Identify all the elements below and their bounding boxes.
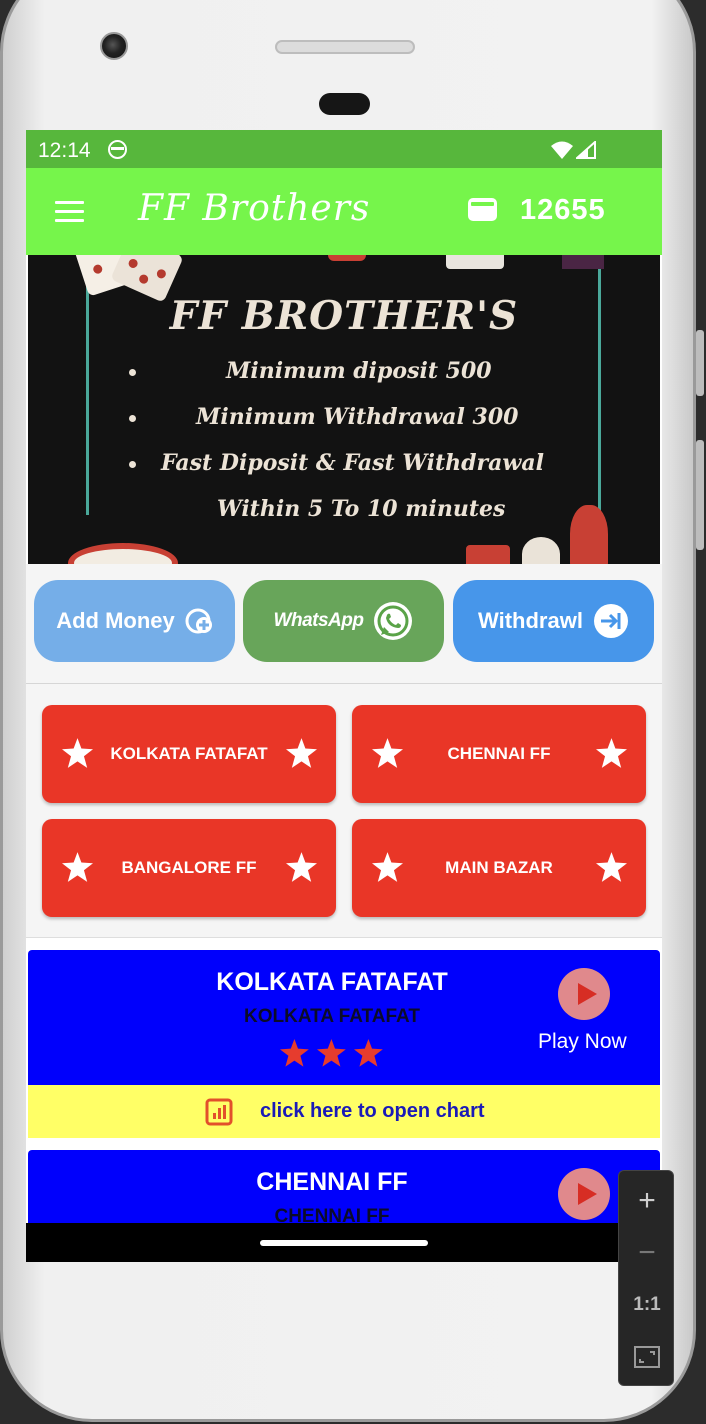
status-bar: 12:14 — [26, 130, 662, 168]
bullet — [129, 415, 136, 422]
actual-size-button[interactable]: 1:1 — [619, 1279, 675, 1331]
star-icon — [596, 852, 627, 882]
app-bar: FF Brothers 12655 — [26, 168, 662, 255]
market-tile-chennai-ff[interactable]: CHENNAI FF — [352, 705, 646, 803]
emulator-page: 12:14 FF Brothers 12655 FF BROTHER'S Min… — [0, 0, 706, 1424]
zoom-out-button[interactable]: − — [619, 1227, 675, 1279]
fit-screen-button[interactable] — [619, 1331, 675, 1383]
bullet — [129, 461, 136, 468]
market-tile-bangalore-ff[interactable]: BANGALORE FF — [42, 819, 336, 917]
whatsapp-button[interactable]: WhatsApp — [243, 580, 444, 662]
banner-text-line: Minimum Withdrawal 300 — [196, 404, 519, 430]
wallet-actions: Add Money WhatsApp Withdrawl — [26, 564, 662, 684]
volume-button — [696, 330, 704, 396]
app-title: FF Brothers — [138, 188, 371, 229]
add-coin-icon — [185, 608, 212, 634]
wallet-icon[interactable] — [467, 196, 498, 223]
banner-text-line: Fast Diposit & Fast Withdrawal — [161, 450, 544, 476]
notification-app-icon — [108, 140, 127, 159]
bullet — [129, 369, 136, 376]
status-time: 12:14 — [38, 139, 91, 162]
banner-text-line: Within 5 To 10 minutes — [217, 496, 506, 522]
signal-icon — [576, 141, 596, 159]
banner-title: FF BROTHER'S — [169, 293, 519, 339]
zoom-in-button[interactable]: + — [619, 1175, 675, 1227]
bottle-decor — [522, 537, 560, 564]
withdraw-arrow-icon — [593, 604, 628, 638]
game-subtitle: CHENNAI FF — [274, 1206, 390, 1223]
star-icon — [596, 738, 627, 768]
star-icon — [286, 852, 317, 882]
game-card-chennai-ff[interactable]: CHENNAI FF CHENNAI FF — [28, 1150, 660, 1223]
add-money-button[interactable]: Add Money — [34, 580, 235, 662]
play-now-label[interactable]: Play Now — [538, 1030, 627, 1054]
banner-decor — [562, 255, 604, 269]
withdrawl-button[interactable]: Withdrawl — [453, 580, 654, 662]
banner-decor — [328, 255, 366, 261]
promo-banner: FF BROTHER'S Minimum diposit 500 Minimum… — [28, 255, 660, 564]
power-button — [696, 440, 704, 550]
whatsapp-icon — [374, 602, 413, 640]
game-subtitle: KOLKATA FATAFAT — [244, 1006, 420, 1027]
add-money-label: Add Money — [56, 608, 175, 633]
card-separator — [26, 1138, 662, 1150]
banner-text-line: Minimum diposit 500 — [226, 358, 492, 384]
wifi-icon — [551, 141, 573, 159]
card-decor — [446, 255, 504, 269]
device-screen: 12:14 FF Brothers 12655 FF BROTHER'S Min… — [26, 130, 662, 1262]
home-gesture-handle[interactable] — [260, 1240, 428, 1246]
emulator-zoom-panel: + − 1:1 — [618, 1170, 674, 1386]
play-now-button[interactable] — [558, 1168, 610, 1220]
earpiece-speaker — [275, 40, 415, 54]
market-tile-main-bazar[interactable]: MAIN BAZAR — [352, 819, 646, 917]
system-nav-bar — [26, 1223, 662, 1262]
market-label: KOLKATA FATAFAT — [110, 744, 268, 763]
market-label: BANGALORE FF — [121, 858, 257, 877]
open-chart-label[interactable]: click here to open chart — [260, 1100, 485, 1123]
fit-screen-icon — [634, 1346, 660, 1368]
hamburger-menu-icon[interactable] — [55, 201, 84, 223]
market-grid: KOLKATA FATAFAT CHENNAI FF BANGALORE FF … — [26, 684, 662, 938]
star-icon — [286, 738, 317, 768]
front-camera — [100, 32, 128, 60]
whatsapp-label: WhatsApp — [273, 610, 364, 631]
market-label: CHENNAI FF — [447, 744, 551, 763]
game-card-kolkata-fatafat[interactable]: KOLKATA FATAFAT KOLKATA FATAFAT Play Now — [28, 950, 660, 1085]
wallet-balance[interactable]: 12655 — [520, 194, 606, 227]
play-now-button[interactable] — [558, 968, 610, 1020]
plate-decor — [68, 543, 178, 564]
game-title: CHENNAI FF — [256, 1168, 408, 1196]
star-icon — [62, 852, 93, 882]
bottle-decor — [570, 505, 608, 564]
bar-chart-icon — [205, 1098, 233, 1126]
proximity-sensor — [319, 93, 370, 115]
star-icon — [62, 738, 93, 768]
open-chart-bar[interactable]: click here to open chart — [28, 1085, 660, 1138]
market-label: MAIN BAZAR — [445, 858, 553, 877]
market-tile-kolkata-fatafat[interactable]: KOLKATA FATAFAT — [42, 705, 336, 803]
star-icon — [372, 852, 403, 882]
star-icon — [372, 738, 403, 768]
game-title: KOLKATA FATAFAT — [216, 968, 448, 996]
rating-stars-icon — [280, 1039, 383, 1067]
withdrawl-label: Withdrawl — [478, 608, 583, 633]
bottle-decor — [466, 545, 510, 564]
